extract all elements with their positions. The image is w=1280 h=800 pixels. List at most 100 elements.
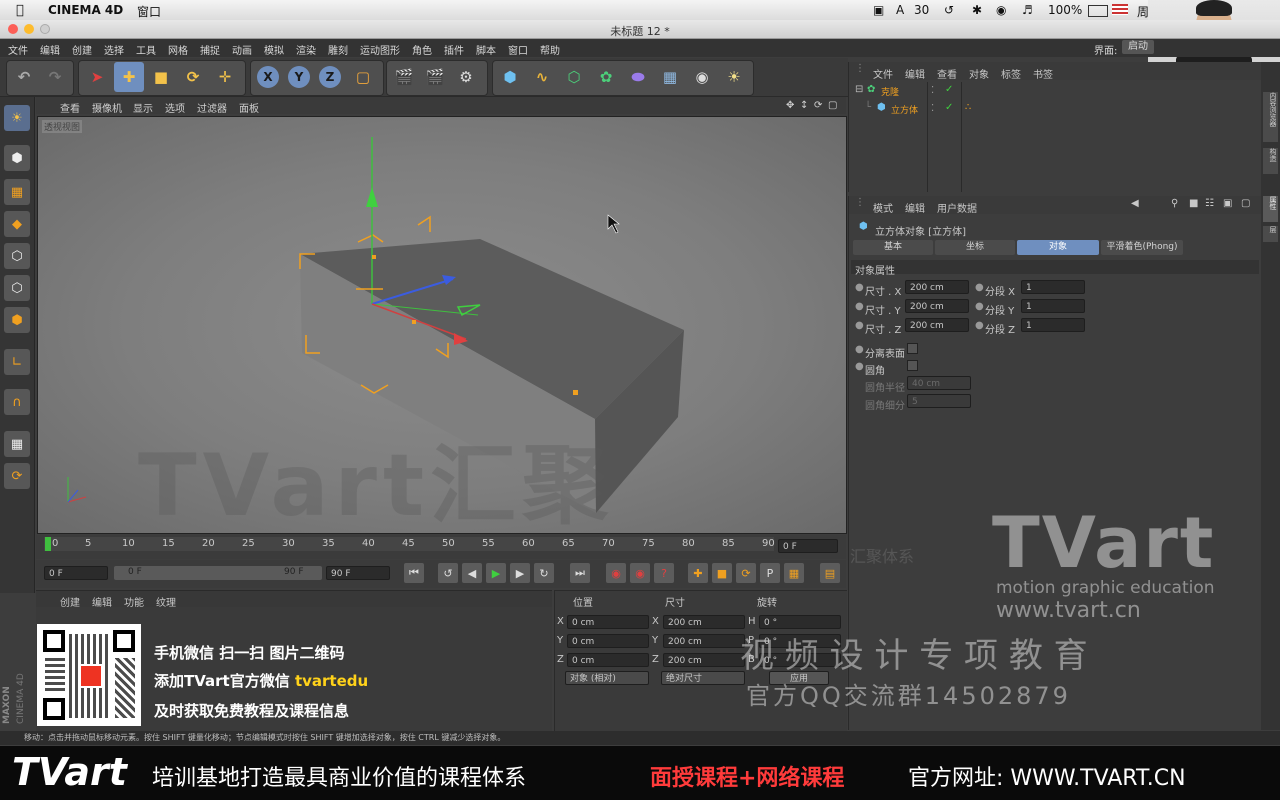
menu-plugins[interactable]: 插件 — [444, 42, 464, 57]
keyframe-selection-icon[interactable]: ? — [654, 563, 674, 583]
obj-menu-tags[interactable]: 标签 — [1001, 66, 1021, 81]
fillet-radius-field[interactable]: 40 cm — [907, 376, 971, 390]
edges-mode-icon[interactable]: ⬡ — [4, 275, 30, 301]
vp-menu-display[interactable]: 显示 — [133, 100, 153, 115]
mac-menu-window[interactable]: 窗口 — [137, 3, 161, 20]
attr-size-z-field[interactable]: 200 cm — [905, 318, 969, 332]
attr-size-x-field[interactable]: 200 cm — [905, 280, 969, 294]
y-axis-lock-button[interactable]: Y — [284, 62, 314, 92]
anim-dot-icon[interactable]: ● — [855, 344, 864, 355]
object-row-cube[interactable]: └ ⬢ 立方体 — [851, 102, 927, 116]
obj-menu-object[interactable]: 对象 — [969, 66, 989, 81]
menu-tools[interactable]: 工具 — [136, 42, 156, 57]
max-frame-field[interactable]: 90 F — [326, 566, 390, 580]
position-y-field[interactable]: 0 cm — [567, 634, 649, 648]
playhead[interactable] — [45, 537, 51, 551]
live-select-icon[interactable]: ➤ — [82, 62, 112, 92]
next-key-icon[interactable]: ↻ — [534, 563, 554, 583]
current-frame-field[interactable]: 0 F — [778, 539, 838, 553]
workplane-grid-icon[interactable]: ▦ — [4, 431, 30, 457]
next-frame-icon[interactable]: ▶ — [510, 563, 530, 583]
vp-move-icon[interactable]: ✥ — [786, 100, 794, 111]
anim-dot-icon[interactable]: ● — [855, 320, 864, 331]
apple-icon[interactable]:  — [16, 3, 24, 18]
settings-icon[interactable]: ▣ — [1223, 198, 1232, 209]
anim-dot-icon[interactable]: ● — [975, 282, 984, 293]
vp-menu-camera[interactable]: 摄像机 — [92, 100, 122, 115]
layout-dropdown[interactable]: 启动 — [1122, 40, 1154, 54]
search-icon[interactable]: ⚲ — [1171, 198, 1178, 209]
tab-basic[interactable]: 基本 — [853, 240, 933, 255]
segments-y-field[interactable]: 1 — [1021, 299, 1085, 313]
size-x-field[interactable]: 200 cm — [663, 615, 745, 629]
move-tool-icon[interactable]: ✚ — [114, 62, 144, 92]
scale-tool-icon[interactable]: ■ — [146, 62, 176, 92]
mat-menu-edit[interactable]: 编辑 — [92, 594, 112, 609]
range-slider[interactable]: 0 F 90 F — [114, 566, 322, 580]
lock-workplane-icon[interactable]: ⟳ — [4, 463, 30, 489]
menu-simulate[interactable]: 模拟 — [264, 42, 284, 57]
tab-coordinates[interactable]: 坐标 — [935, 240, 1015, 255]
camera-object-icon[interactable]: ◉ — [687, 62, 717, 92]
render-picture-viewer-icon[interactable]: 🎬 — [420, 62, 450, 92]
generator-icon[interactable]: ⬡ — [559, 62, 589, 92]
vp-menu-view[interactable]: 查看 — [60, 100, 80, 115]
tab-attributes[interactable]: 属性 — [1263, 196, 1278, 222]
size-y-field[interactable]: 200 cm — [663, 634, 745, 648]
coord-mode-dropdown[interactable]: 对象 (相对) — [565, 671, 649, 685]
segments-z-field[interactable]: 1 — [1021, 318, 1085, 332]
attr-size-y-field[interactable]: 200 cm — [905, 299, 969, 313]
undo-icon[interactable]: ↶ — [9, 62, 39, 92]
tab-object[interactable]: 对象 — [1017, 240, 1099, 255]
mac-app-name[interactable]: CINEMA 4D — [48, 3, 123, 17]
link-icon[interactable]: ☷ — [1205, 198, 1214, 209]
coordinate-system-icon[interactable]: ▢ — [348, 62, 378, 92]
tab-structure[interactable]: 构造 — [1263, 148, 1278, 174]
segments-x-field[interactable]: 1 — [1021, 280, 1085, 294]
start-frame-field[interactable]: 0 F — [44, 566, 108, 580]
points-mode-icon[interactable]: ⬡ — [4, 243, 30, 269]
ai-status-icon[interactable]: A — [896, 3, 904, 17]
key-parameter-icon[interactable]: P — [760, 563, 780, 583]
axis-mode-icon[interactable]: ∟ — [4, 349, 30, 375]
go-to-start-icon[interactable]: ⏮ — [404, 563, 424, 583]
input-flag-icon[interactable] — [1112, 4, 1128, 15]
menu-sculpt[interactable]: 雕刻 — [328, 42, 348, 57]
mat-menu-function[interactable]: 功能 — [124, 594, 144, 609]
z-axis-lock-button[interactable]: Z — [315, 62, 345, 92]
timeline-window-icon[interactable]: ▤ — [820, 563, 840, 583]
separate-surfaces-checkbox[interactable] — [907, 343, 918, 354]
redo-icon[interactable]: ↷ — [40, 62, 70, 92]
obj-menu-file[interactable]: 文件 — [873, 66, 893, 81]
menu-mesh[interactable]: 网格 — [168, 42, 188, 57]
play-icon[interactable]: ▶ — [486, 563, 506, 583]
menu-edit[interactable]: 编辑 — [40, 42, 60, 57]
position-x-field[interactable]: 0 cm — [567, 615, 649, 629]
bluetooth-icon[interactable]: ✱ — [972, 3, 982, 17]
vp-maximize-icon[interactable]: ▢ — [828, 100, 837, 111]
rotate-tool-icon[interactable]: ⟳ — [178, 62, 208, 92]
x-axis-lock-button[interactable]: X — [253, 62, 283, 92]
render-settings-icon[interactable]: ⚙ — [451, 62, 481, 92]
mat-menu-create[interactable]: 创建 — [60, 594, 80, 609]
spline-icon[interactable]: ∿ — [527, 62, 557, 92]
wifi-icon[interactable]: ◉ — [996, 3, 1006, 17]
vp-menu-panel[interactable]: 面板 — [239, 100, 259, 115]
menu-animate[interactable]: 动画 — [232, 42, 252, 57]
anim-dot-icon[interactable]: ● — [855, 301, 864, 312]
previous-frame-icon[interactable]: ◀ — [462, 563, 482, 583]
vp-rotate-icon[interactable]: ⟳ — [814, 100, 822, 111]
workplane-icon[interactable]: ◆ — [4, 211, 30, 237]
vp-zoom-icon[interactable]: ↕ — [800, 100, 808, 111]
menu-render[interactable]: 渲染 — [296, 42, 316, 57]
render-view-icon[interactable]: 🎬 — [389, 62, 419, 92]
tab-content-browser[interactable]: 内容浏览器 — [1263, 92, 1278, 142]
menu-snap[interactable]: 捕捉 — [200, 42, 220, 57]
deformer-icon[interactable]: ⬬ — [623, 62, 653, 92]
time-machine-icon[interactable]: ↺ — [944, 3, 954, 17]
recent-tool-icon[interactable]: ✛ — [210, 62, 240, 92]
menu-file[interactable]: 文件 — [8, 42, 28, 57]
camera-icon[interactable]: ▣ — [873, 3, 884, 17]
texture-mode-icon[interactable]: ▦ — [4, 179, 30, 205]
anim-dot-icon[interactable]: ● — [975, 320, 984, 331]
